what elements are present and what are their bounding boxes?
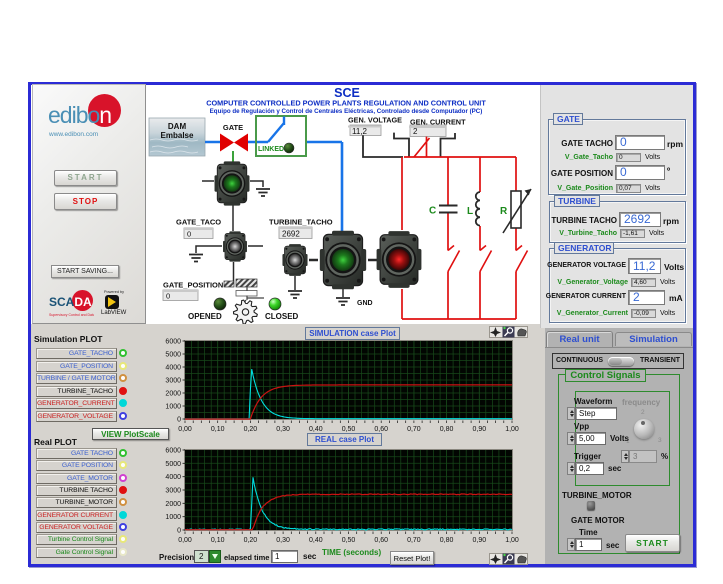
svg-text:0,10: 0,10 xyxy=(211,537,225,544)
svg-text:1,00: 1,00 xyxy=(505,426,519,433)
svg-text:0,70: 0,70 xyxy=(407,426,421,433)
svg-text:0,80: 0,80 xyxy=(440,426,454,433)
svg-text:6000: 6000 xyxy=(165,339,181,346)
svg-text:0,50: 0,50 xyxy=(342,537,356,544)
svg-text:1000: 1000 xyxy=(165,514,181,521)
svg-text:DAM: DAM xyxy=(168,122,187,131)
svg-text:TURBINE_TACHO: TURBINE_TACHO xyxy=(269,218,333,227)
svg-text:2692: 2692 xyxy=(282,230,300,239)
svg-text:1000: 1000 xyxy=(165,404,181,411)
svg-text:0,40: 0,40 xyxy=(309,537,323,544)
svg-text:11,2: 11,2 xyxy=(352,127,368,136)
svg-text:COMPUTER CONTROLLED POWER PLAN: COMPUTER CONTROLLED POWER PLANTS REGULAT… xyxy=(206,99,486,108)
svg-text:0,90: 0,90 xyxy=(472,426,486,433)
svg-text:Equipo de Regulación y Control: Equipo de Regulación y Control de Centra… xyxy=(210,108,483,115)
svg-text:2: 2 xyxy=(413,127,418,136)
svg-text:1,00: 1,00 xyxy=(505,537,519,544)
svg-text:4000: 4000 xyxy=(165,365,181,372)
svg-text:4000: 4000 xyxy=(165,474,181,481)
svg-text:3000: 3000 xyxy=(165,378,181,385)
svg-text:2000: 2000 xyxy=(165,391,181,398)
svg-text:0,20: 0,20 xyxy=(244,537,258,544)
svg-text:GATE_TACO: GATE_TACO xyxy=(176,218,221,227)
svg-text:0,00: 0,00 xyxy=(178,426,192,433)
svg-text:GATE_POSITION: GATE_POSITION xyxy=(163,281,223,290)
svg-text:0,20: 0,20 xyxy=(244,426,258,433)
svg-text:GND: GND xyxy=(357,300,373,307)
svg-text:0,10: 0,10 xyxy=(211,426,225,433)
svg-text:C: C xyxy=(429,206,436,217)
svg-text:0,60: 0,60 xyxy=(374,537,388,544)
svg-text:CLOSED: CLOSED xyxy=(265,312,299,321)
svg-text:2000: 2000 xyxy=(165,501,181,508)
svg-text:0,80: 0,80 xyxy=(440,537,454,544)
svg-text:L: L xyxy=(467,206,473,217)
svg-text:GEN. VOLTAGE: GEN. VOLTAGE xyxy=(348,116,402,125)
svg-text:5000: 5000 xyxy=(165,352,181,359)
svg-text:0,40: 0,40 xyxy=(309,426,323,433)
svg-text:LINKED: LINKED xyxy=(258,146,284,153)
svg-text:0: 0 xyxy=(166,292,170,301)
svg-text:0: 0 xyxy=(177,528,181,535)
svg-text:0,70: 0,70 xyxy=(407,537,421,544)
svg-text:Embalse: Embalse xyxy=(161,131,194,140)
svg-text:0,00: 0,00 xyxy=(178,537,192,544)
svg-text:6000: 6000 xyxy=(165,448,181,455)
svg-text:OPENED: OPENED xyxy=(188,312,222,321)
svg-text:GATE: GATE xyxy=(223,123,243,132)
svg-text:3000: 3000 xyxy=(165,488,181,495)
svg-text:0: 0 xyxy=(177,417,181,424)
svg-text:0,50: 0,50 xyxy=(342,426,356,433)
svg-text:0,60: 0,60 xyxy=(374,426,388,433)
svg-text:R: R xyxy=(500,206,508,217)
svg-text:0,30: 0,30 xyxy=(276,426,290,433)
svg-text:0,30: 0,30 xyxy=(276,537,290,544)
svg-text:0: 0 xyxy=(187,230,191,239)
svg-text:0,90: 0,90 xyxy=(472,537,486,544)
svg-text:5000: 5000 xyxy=(165,461,181,468)
